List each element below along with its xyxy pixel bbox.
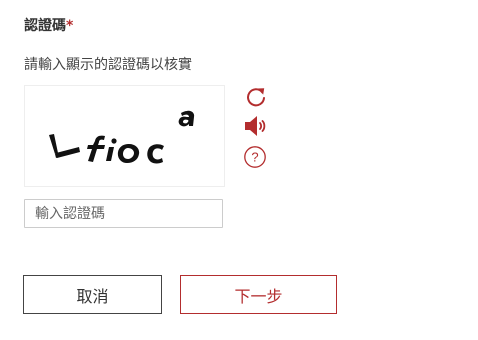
- next-step-button[interactable]: 下一步: [180, 275, 337, 314]
- play-audio-captcha-button[interactable]: [243, 113, 269, 139]
- field-title-text: 認證碼: [24, 18, 66, 34]
- required-mark: *: [66, 18, 74, 34]
- field-title: 認證碼*: [24, 16, 73, 36]
- captcha-image-graphic: [49, 110, 195, 164]
- captcha-instruction: 請輸入顯示的認證碼以核實: [24, 57, 192, 73]
- refresh-icon: [247, 88, 265, 107]
- refresh-captcha-button[interactable]: [243, 84, 269, 110]
- help-icon: ?: [244, 146, 266, 168]
- speaker-icon: [245, 116, 266, 136]
- cancel-button[interactable]: 取消: [23, 275, 162, 314]
- help-icon-glyph: ?: [251, 150, 258, 165]
- captcha-input[interactable]: [24, 199, 223, 228]
- captcha-image: [24, 85, 225, 187]
- captcha-help-button[interactable]: ?: [243, 145, 269, 171]
